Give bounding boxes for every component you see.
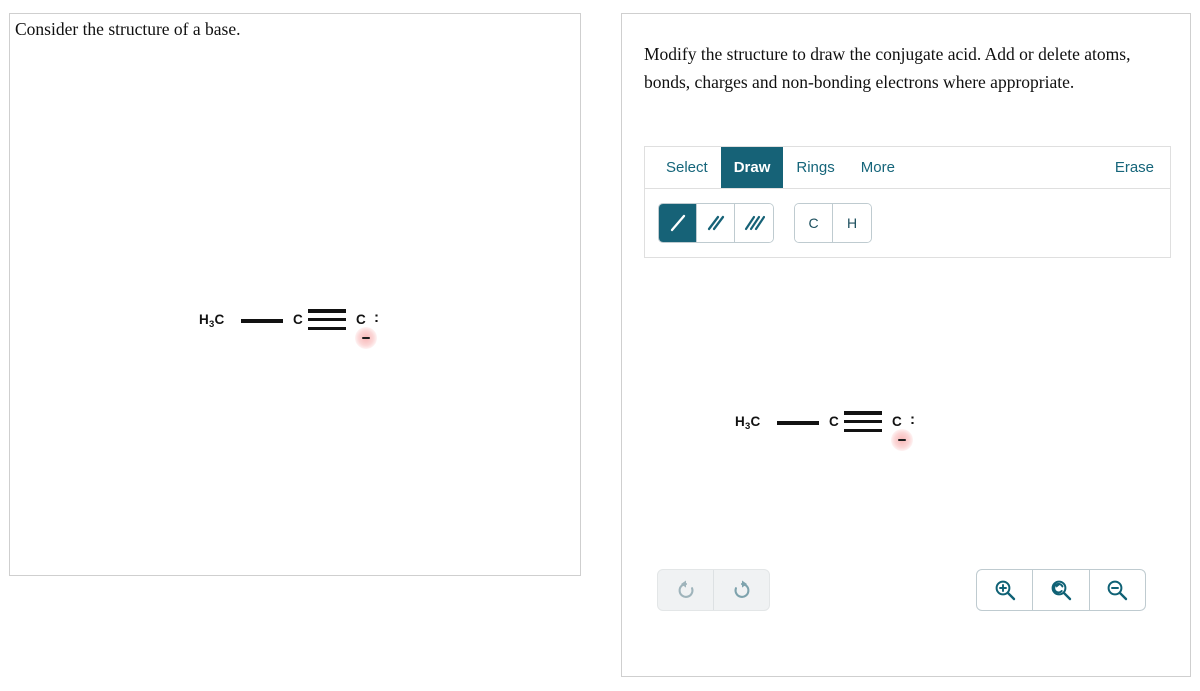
terminal-carbon-label[interactable]: C (892, 414, 902, 429)
double-bond-icon (707, 215, 724, 231)
hydrogen-atom-tool[interactable]: H (833, 204, 871, 242)
question-panel: Consider the structure of a base. H3C C … (9, 13, 581, 576)
toolbar-tool-row: C H (645, 189, 1170, 257)
minus-sign-icon (362, 336, 370, 340)
lone-pair-dots[interactable]: : (910, 411, 915, 428)
undo-button[interactable] (658, 570, 714, 610)
negative-charge-badge (355, 327, 377, 349)
zoom-reset-icon (1051, 580, 1072, 601)
erase-button[interactable]: Erase (1102, 147, 1170, 188)
internal-carbon-label: C (293, 312, 303, 327)
toolbar-tab-row: Select Draw Rings More Erase (645, 147, 1170, 189)
undo-icon (678, 580, 693, 598)
tab-more[interactable]: More (848, 147, 908, 188)
internal-carbon-label[interactable]: C (829, 414, 839, 429)
sketcher-panel: Modify the structure to draw the conjuga… (621, 13, 1191, 677)
sketcher-toolbar: Select Draw Rings More Erase C H (644, 146, 1171, 258)
task-instruction: Modify the structure to draw the conjuga… (644, 44, 1131, 93)
methyl-h-letter: H (735, 414, 745, 429)
minus-sign-icon (898, 438, 906, 442)
single-bond-tool[interactable] (659, 204, 697, 242)
single-bond (241, 319, 283, 323)
history-button-group (657, 569, 770, 611)
triple-bond-tool[interactable] (735, 204, 773, 242)
base-structure-display: H3C C C : (193, 297, 413, 349)
zoom-out-button[interactable] (1090, 570, 1145, 610)
methyl-subscript: 3 (744, 421, 751, 432)
methyl-group-label: H3C (199, 312, 225, 330)
redo-button[interactable] (714, 570, 769, 610)
zoom-reset-button[interactable] (1033, 570, 1090, 610)
tab-rings[interactable]: Rings (783, 147, 847, 188)
tab-draw[interactable]: Draw (720, 147, 784, 188)
redo-icon (734, 580, 749, 598)
single-bond[interactable] (777, 421, 819, 425)
sketcher-canvas-structure[interactable]: H3C C C : (729, 399, 949, 451)
zoom-out-icon (1107, 580, 1128, 601)
carbon-atom-tool[interactable]: C (795, 204, 833, 242)
zoom-in-button[interactable] (977, 570, 1034, 610)
question-prompt: Consider the structure of a base. (15, 19, 241, 39)
methyl-group-label: H3C (735, 414, 761, 432)
terminal-carbon-label: C (356, 312, 366, 327)
negative-charge-badge[interactable] (891, 429, 913, 451)
tab-row-spacer (908, 147, 1102, 188)
triple-bond[interactable] (844, 411, 882, 433)
atom-tool-group: C H (794, 203, 872, 243)
triple-bond (308, 309, 346, 331)
zoom-button-group (976, 569, 1146, 611)
double-bond-tool[interactable] (697, 204, 735, 242)
tab-select[interactable]: Select (653, 147, 721, 188)
single-bond-icon (670, 214, 685, 232)
methyl-c-letter: C (214, 312, 225, 327)
lone-pair-dots: : (374, 309, 379, 326)
methyl-h-letter: H (199, 312, 209, 327)
zoom-in-icon (995, 580, 1015, 601)
triple-bond-icon (744, 215, 765, 231)
bond-tool-group (658, 203, 774, 243)
methyl-subscript: 3 (208, 319, 215, 330)
methyl-c-letter: C (750, 414, 761, 429)
